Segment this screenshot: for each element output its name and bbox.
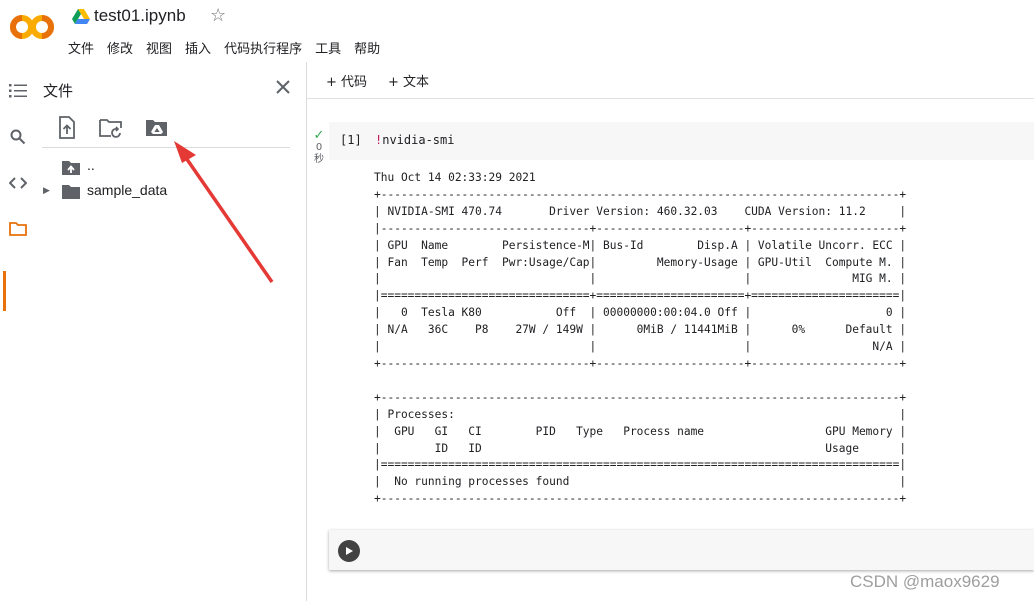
notebook-toolbar: + 代码 + 文本 (307, 62, 1034, 99)
menu-bar: 文件 修改 视图 插入 代码执行程序 工具 帮助 (68, 38, 393, 57)
add-text-button[interactable]: + 文本 (388, 71, 429, 90)
google-drive-icon (72, 9, 90, 24)
colab-logo[interactable] (10, 12, 56, 42)
menu-help[interactable]: 帮助 (354, 38, 380, 57)
folder-icon[interactable] (6, 217, 30, 241)
folder-icon (62, 185, 80, 199)
files-panel: 文件 .. ▶ sample_data (34, 62, 307, 601)
expand-arrow-icon[interactable]: ▶ (43, 185, 50, 196)
run-unit: 秒 (314, 154, 324, 165)
refresh-folder-icon[interactable] (98, 115, 124, 141)
menu-insert[interactable]: 插入 (185, 38, 211, 57)
toc-icon[interactable] (6, 79, 30, 103)
menu-file[interactable]: 文件 (68, 38, 94, 57)
left-rail (0, 62, 34, 601)
empty-code-cell[interactable] (329, 530, 1034, 570)
upload-icon[interactable] (54, 115, 80, 141)
run-status[interactable]: ✓ 0 秒 (311, 128, 327, 166)
check-icon: ✓ (313, 128, 325, 143)
notebook-title[interactable]: test01.ipynb (94, 6, 186, 26)
play-icon (346, 547, 353, 555)
close-icon[interactable] (272, 76, 294, 98)
active-indicator (3, 271, 6, 311)
cell-output: Thu Oct 14 02:33:29 2021 +--------------… (374, 171, 907, 506)
run-seconds: 0 (315, 142, 323, 153)
add-code-button[interactable]: + 代码 (326, 71, 367, 90)
watermark: CSDN @maox9629 (850, 572, 1000, 591)
execution-count: [1] (340, 133, 362, 147)
code-snippets-icon[interactable] (6, 171, 30, 195)
search-icon[interactable] (6, 125, 30, 149)
menu-view[interactable]: 视图 (146, 38, 172, 57)
tree-item-label: sample_data (87, 182, 168, 198)
panel-divider (42, 147, 290, 148)
code-command: nvidia-smi (382, 133, 455, 147)
code-text[interactable]: !nvidia-smi (375, 133, 454, 147)
mount-drive-icon[interactable] (144, 115, 170, 141)
run-cell-button[interactable] (338, 540, 360, 562)
menu-runtime[interactable]: 代码执行程序 (224, 38, 302, 57)
star-icon[interactable]: ☆ (210, 5, 226, 26)
panel-title: 文件 (43, 82, 74, 100)
app-header: test01.ipynb ☆ 文件 修改 视图 插入 代码执行程序 工具 帮助 (0, 0, 1034, 62)
tree-item-label: .. (87, 157, 95, 173)
folder-up-icon (62, 161, 80, 175)
menu-tools[interactable]: 工具 (315, 38, 341, 57)
menu-edit[interactable]: 修改 (107, 38, 133, 57)
